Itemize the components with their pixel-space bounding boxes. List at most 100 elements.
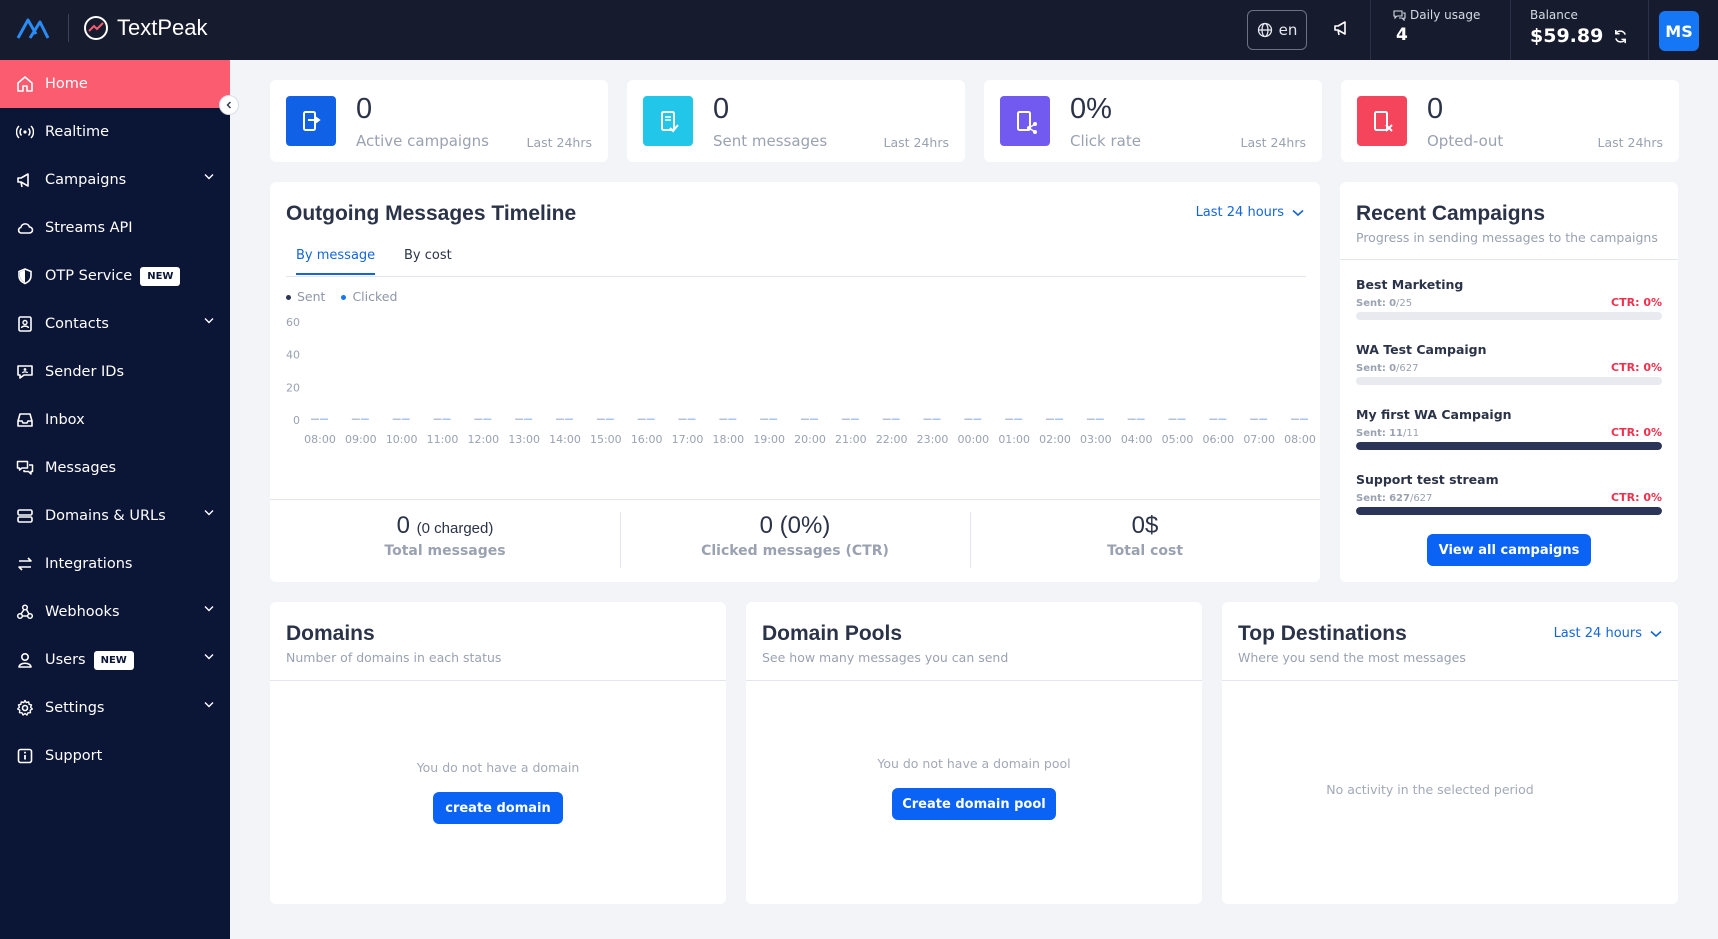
- campaign-name: My first WA Campaign: [1356, 407, 1512, 422]
- bar-sent[interactable]: [678, 418, 687, 421]
- sidebar-item-inbox[interactable]: Inbox: [0, 396, 230, 444]
- bar-sent[interactable]: [801, 418, 809, 421]
- sidebar-item-label: Campaigns: [45, 172, 127, 188]
- bar-clicked[interactable]: [891, 418, 900, 421]
- bar-sent[interactable]: [1005, 418, 1014, 421]
- sidebar-item-home[interactable]: Home: [0, 60, 230, 108]
- view-all-campaigns-button[interactable]: View all campaigns: [1427, 534, 1591, 566]
- refresh-icon[interactable]: [1613, 29, 1628, 44]
- bar-clicked[interactable]: [850, 418, 859, 421]
- bar-clicked[interactable]: [810, 418, 818, 421]
- bar-clicked[interactable]: [483, 418, 492, 421]
- language-selector[interactable]: en: [1247, 10, 1307, 50]
- chat-icon: [1393, 10, 1406, 21]
- bar-clicked[interactable]: [1218, 418, 1227, 421]
- bar-clicked[interactable]: [565, 418, 573, 421]
- campaign-item[interactable]: Support test stream Sent: 627/627 CTR: 0%: [1356, 472, 1662, 515]
- contact-book-icon: [15, 314, 35, 334]
- y-tick-label: 20: [286, 381, 300, 394]
- bar-clicked[interactable]: [1055, 418, 1063, 421]
- bar-clicked[interactable]: [769, 418, 778, 421]
- balance-value: $59.89: [1530, 25, 1604, 47]
- sidebar-item-support[interactable]: Support: [0, 732, 230, 780]
- bar-sent[interactable]: [515, 418, 524, 421]
- bar-sent[interactable]: [1127, 418, 1136, 421]
- create-domain-button[interactable]: create domain: [433, 792, 563, 824]
- bar-clicked[interactable]: [524, 418, 533, 421]
- bar-clicked[interactable]: [360, 418, 369, 421]
- bar-sent[interactable]: [1086, 418, 1095, 421]
- sidebar-item-integrations[interactable]: Integrations: [0, 540, 230, 588]
- campaign-item[interactable]: My first WA Campaign Sent: 11/11 CTR: 0%: [1356, 407, 1662, 450]
- campaign-item[interactable]: Best Marketing Sent: 0/25 CTR: 0%: [1356, 277, 1662, 320]
- bar-clicked[interactable]: [1095, 418, 1104, 421]
- bar-clicked[interactable]: [1014, 418, 1023, 421]
- bar-sent[interactable]: [1250, 418, 1259, 421]
- bar-sent[interactable]: [474, 418, 483, 421]
- bar-sent[interactable]: [392, 418, 401, 421]
- bar-clicked[interactable]: [728, 418, 737, 421]
- bar-sent[interactable]: [556, 418, 564, 421]
- sidebar-item-webhooks[interactable]: Webhooks: [0, 588, 230, 636]
- bar-sent[interactable]: [719, 418, 728, 421]
- tab-by-cost[interactable]: By cost: [404, 248, 452, 263]
- bar-sent[interactable]: [637, 418, 646, 421]
- x-tick-label: 23:00: [917, 433, 949, 446]
- brand[interactable]: TextPeak: [16, 14, 208, 42]
- sidebar-item-otp-service[interactable]: OTP Service NEW: [0, 252, 230, 300]
- tab-by-message[interactable]: By message: [296, 248, 376, 275]
- sidebar-item-settings[interactable]: Settings: [0, 684, 230, 732]
- sidebar-item-realtime[interactable]: Realtime: [0, 108, 230, 156]
- bar-clicked[interactable]: [401, 418, 410, 421]
- bar-sent[interactable]: [1291, 418, 1299, 421]
- bar-clicked[interactable]: [646, 418, 655, 421]
- bar-sent[interactable]: [433, 418, 442, 421]
- announcements-button[interactable]: [1332, 18, 1352, 42]
- bar-clicked[interactable]: [605, 418, 614, 421]
- bar-sent[interactable]: [1209, 418, 1218, 421]
- sidebar-item-messages[interactable]: Messages: [0, 444, 230, 492]
- sidebar-item-domains-urls[interactable]: Domains & URLs: [0, 492, 230, 540]
- avatar[interactable]: MS: [1659, 11, 1699, 51]
- sidebar-item-sender-ids[interactable]: Sender IDs: [0, 348, 230, 396]
- campaign-progress-bar: [1356, 507, 1662, 515]
- bar-sent[interactable]: [596, 418, 605, 421]
- bar-clicked[interactable]: [1177, 418, 1186, 421]
- bar-sent[interactable]: [1168, 418, 1177, 421]
- timeline-title: Outgoing Messages Timeline: [286, 202, 577, 225]
- bar-clicked[interactable]: [687, 418, 696, 421]
- campaign-ctr: CTR: 0%: [1611, 491, 1662, 504]
- stat-card-click-rate: 0% Click rate Last 24hrs: [984, 80, 1322, 162]
- messages-icon: [15, 458, 35, 478]
- sidebar-collapse-button[interactable]: [219, 95, 239, 115]
- sidebar-item-contacts[interactable]: Contacts: [0, 300, 230, 348]
- campaign-item[interactable]: WA Test Campaign Sent: 0/627 CTR: 0%: [1356, 342, 1662, 385]
- bar-clicked[interactable]: [1259, 418, 1268, 421]
- bar-sent[interactable]: [964, 418, 973, 421]
- bar-clicked[interactable]: [932, 418, 941, 421]
- timeline-period-select[interactable]: Last 24 hours: [1196, 205, 1304, 220]
- sidebar-item-users[interactable]: Users NEW: [0, 636, 230, 684]
- bar-clicked[interactable]: [1300, 418, 1308, 421]
- legend-dot: [341, 295, 347, 300]
- sidebar-item-campaigns[interactable]: Campaigns: [0, 156, 230, 204]
- bar-sent[interactable]: [351, 418, 360, 421]
- sidebar-item-label: Integrations: [45, 556, 133, 572]
- bar-clicked[interactable]: [1136, 418, 1145, 421]
- bar-clicked[interactable]: [320, 418, 328, 421]
- bar-sent[interactable]: [311, 418, 319, 421]
- bar-sent[interactable]: [882, 418, 891, 421]
- daily-usage-value: 4: [1396, 25, 1408, 45]
- stat-label: Sent messages: [713, 132, 828, 150]
- create-domain-pool-button[interactable]: Create domain pool: [892, 788, 1056, 820]
- bar-clicked[interactable]: [973, 418, 982, 421]
- bar-sent[interactable]: [1046, 418, 1054, 421]
- destinations-period-select[interactable]: Last 24 hours: [1554, 626, 1662, 641]
- y-tick-label: 60: [286, 316, 300, 329]
- sent-prefix: Sent:: [1356, 428, 1386, 439]
- bar-sent[interactable]: [841, 418, 850, 421]
- bar-clicked[interactable]: [442, 418, 451, 421]
- bar-sent[interactable]: [923, 418, 932, 421]
- bar-sent[interactable]: [760, 418, 769, 421]
- sidebar-item-streams-api[interactable]: Streams API: [0, 204, 230, 252]
